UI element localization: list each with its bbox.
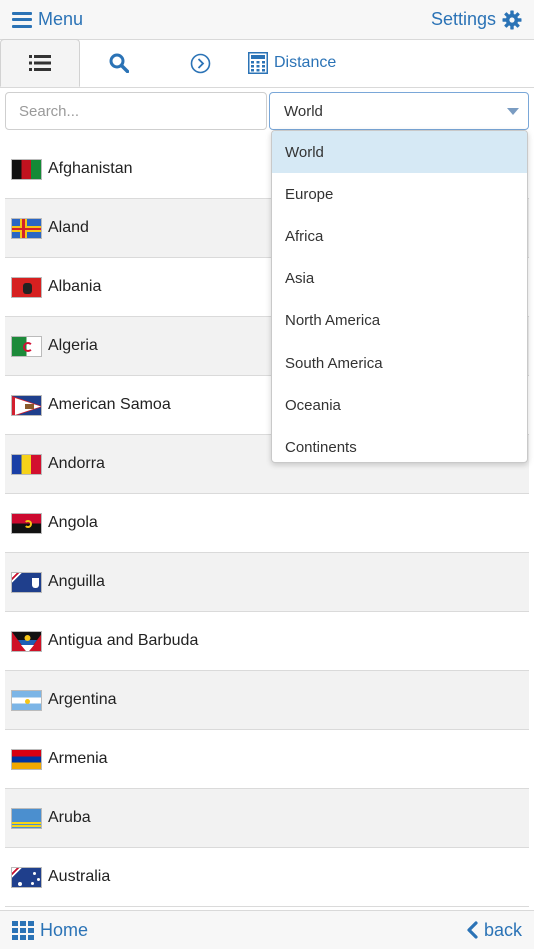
home-label: Home [40, 919, 89, 940]
country-name: Algeria [48, 337, 98, 354]
caret-down-icon [507, 108, 519, 115]
search-input[interactable] [5, 92, 267, 130]
country-name: Andorra [48, 455, 105, 472]
flag-argentina-icon [11, 689, 42, 711]
country-name: Aland [48, 219, 89, 236]
flag-aland-icon [11, 217, 42, 239]
country-name: Angola [48, 514, 98, 531]
flag-algeria-icon [11, 335, 42, 357]
region-option-europe[interactable]: Europe [272, 173, 527, 215]
tab-list[interactable] [0, 39, 80, 87]
chevron-left-icon [467, 921, 478, 939]
country-name: Afghanistan [48, 160, 133, 177]
chevron-right-circle-icon [190, 53, 210, 73]
tab-distance[interactable]: Distance [242, 39, 336, 87]
region-option-oceania[interactable]: Oceania [272, 384, 527, 426]
country-row-aruba[interactable]: Aruba [5, 789, 529, 848]
country-name: Antigua and Barbuda [48, 632, 199, 649]
country-name: Aruba [48, 809, 91, 826]
country-name: Argentina [48, 691, 117, 708]
country-row-angola[interactable]: Angola [5, 494, 529, 553]
country-row-armenia[interactable]: Armenia [5, 730, 529, 789]
hamburger-icon [12, 11, 32, 28]
search-icon [109, 53, 129, 73]
flag-andorra-icon [11, 453, 42, 475]
settings-button[interactable]: Settings [431, 9, 522, 30]
country-name: Australia [48, 868, 111, 885]
flag-angola-icon [11, 512, 42, 534]
tab-bar: Distance [0, 39, 534, 88]
flag-american-samoa-icon [11, 394, 42, 416]
country-row-anguilla[interactable]: Anguilla [5, 553, 529, 612]
list-icon [29, 55, 51, 71]
region-dropdown: World Europe Africa Asia North America S… [271, 130, 528, 463]
gear-icon [502, 10, 522, 29]
menu-label: Menu [38, 9, 84, 29]
region-select[interactable]: World [269, 92, 529, 130]
tab-distance-label: Distance [274, 54, 337, 71]
country-row-argentina[interactable]: Argentina [5, 671, 529, 730]
bottom-bar: Home back [0, 910, 534, 949]
top-bar: Menu Settings [0, 0, 534, 40]
country-name: American Samoa [48, 396, 171, 413]
region-option-continents[interactable]: Continents [272, 426, 527, 462]
region-option-world[interactable]: World [272, 131, 527, 174]
calculator-icon [248, 52, 268, 74]
tab-navigate[interactable] [158, 39, 242, 87]
settings-label: Settings [430, 9, 496, 29]
region-option-africa[interactable]: Africa [272, 215, 527, 257]
country-row-antigua-and-barbuda[interactable]: Antigua and Barbuda [5, 612, 529, 671]
tab-search[interactable] [80, 39, 158, 87]
flag-aruba-icon [11, 807, 42, 829]
back-label: back [483, 919, 522, 940]
flag-anguilla-icon [11, 571, 42, 593]
region-select-value: World [284, 102, 323, 120]
filter-bar: World [0, 88, 534, 134]
grid-icon [12, 920, 34, 940]
flag-albania-icon [11, 276, 42, 298]
country-name: Armenia [48, 750, 108, 767]
flag-afghanistan-icon [11, 158, 42, 180]
region-option-south-america[interactable]: South America [272, 342, 527, 384]
country-name: Albania [48, 278, 102, 295]
menu-button[interactable]: Menu [12, 9, 83, 30]
flag-armenia-icon [11, 748, 42, 770]
home-button[interactable]: Home [12, 920, 88, 941]
back-button[interactable]: back [466, 920, 522, 941]
country-row-australia[interactable]: Australia [5, 848, 529, 907]
country-name: Anguilla [48, 573, 105, 590]
region-option-asia[interactable]: Asia [272, 258, 527, 300]
flag-antigua-and-barbuda-icon [11, 630, 42, 652]
region-option-north-america[interactable]: North America [272, 300, 527, 342]
flag-australia-icon [11, 866, 42, 888]
